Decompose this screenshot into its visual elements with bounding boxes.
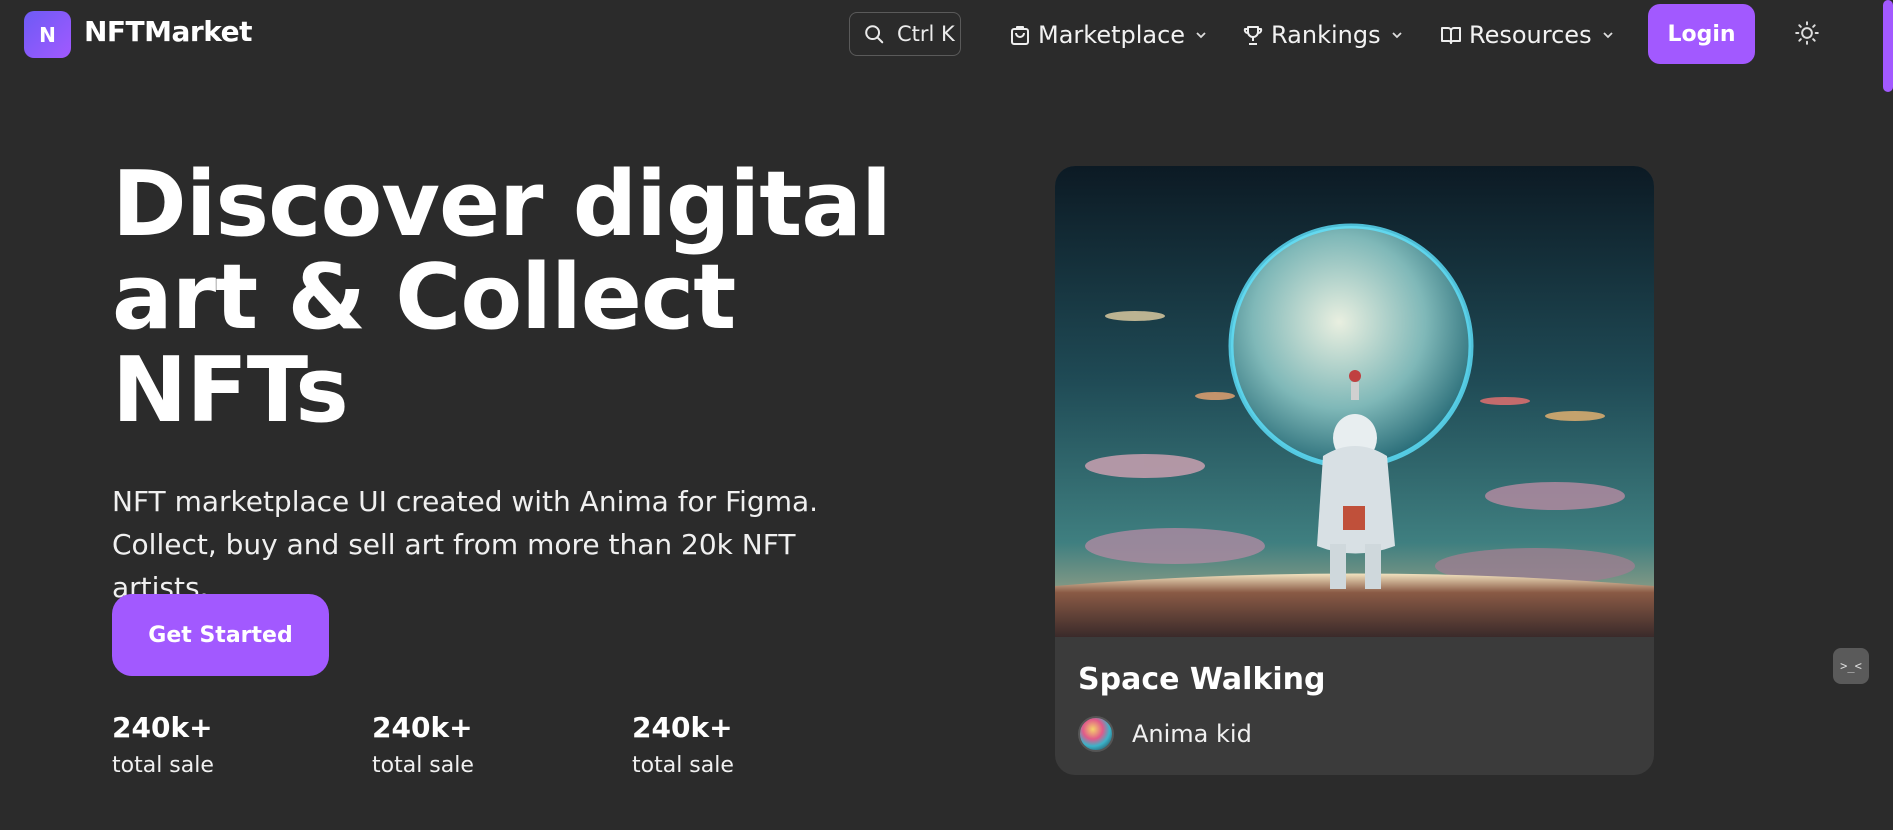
top-navbar: N NFTMarket Ctrl K Marketplace Rankings … [0,0,1893,70]
artist-name: Anima kid [1132,720,1252,748]
get-started-button[interactable]: Get Started [112,594,329,676]
stat-block: 240k+ total sale [372,711,592,783]
stat-label: total sale [632,753,734,778]
chevron-down-icon [1196,32,1206,39]
chevron-down-icon [1391,32,1402,39]
stat-label: total sale [112,753,214,778]
stat-block: 240k+ total sale [632,711,852,783]
menu-resources[interactable]: Resources [1439,18,1614,52]
search-shortcut-label: Ctrl K [897,22,955,46]
stat-value: 240k+ [112,711,213,744]
login-button[interactable]: Login [1648,4,1755,64]
chevron-down-icon [1602,32,1613,39]
menu-rankings-label: Rankings [1271,21,1381,49]
search-icon [865,25,884,44]
trophy-icon [1243,26,1263,45]
menu-rankings[interactable]: Rankings [1241,18,1403,52]
stat-value: 240k+ [632,711,733,744]
menu-resources-label: Resources [1469,21,1592,49]
avatar [1078,716,1114,752]
book-icon [1441,27,1461,44]
hero-title: Discover digital art & Collect NFTs [112,152,892,443]
nft-artist[interactable]: Anima kid [1078,716,1252,752]
bag-icon [1011,26,1029,45]
sun-icon [1795,21,1819,45]
featured-nft-card[interactable]: Space Walking Anima kid [1055,166,1654,775]
nft-artwork-image [1055,166,1654,637]
helper-widget-button[interactable]: >_< [1833,648,1869,684]
search-button[interactable]: Ctrl K [849,12,961,56]
nft-title[interactable]: Space Walking [1078,662,1326,697]
stat-block: 240k+ total sale [112,711,332,783]
page-scrollbar[interactable] [1883,0,1893,92]
logo-icon[interactable]: N [24,11,71,58]
theme-toggle-button[interactable] [1792,18,1822,48]
menu-marketplace[interactable]: Marketplace [1008,18,1207,52]
hero-description: NFT marketplace UI created with Anima fo… [112,485,819,604]
brand-name[interactable]: NFTMarket [84,15,252,48]
stat-label: total sale [372,753,474,778]
stat-value: 240k+ [372,711,473,744]
menu-marketplace-label: Marketplace [1038,21,1186,49]
